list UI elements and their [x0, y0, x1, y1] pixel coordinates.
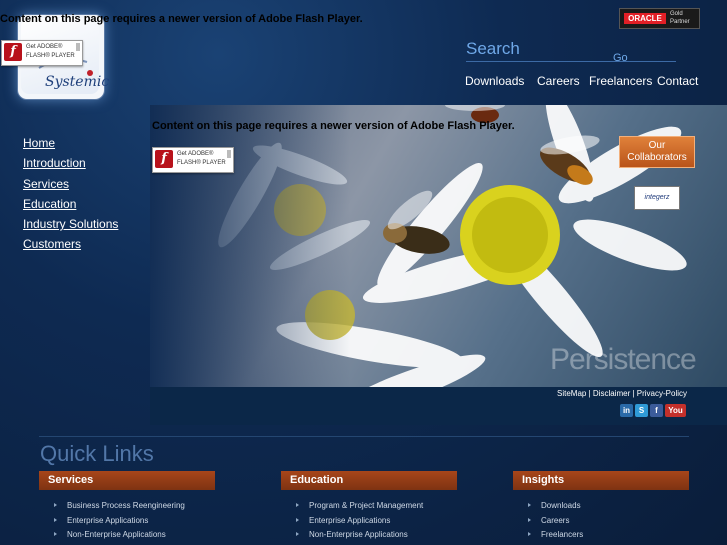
nav-freelancers[interactable]: Freelancers — [589, 74, 652, 88]
hero-banner: Content on this page requires a newer ve… — [150, 105, 727, 387]
flash-required-message-hero: Content on this page requires a newer ve… — [152, 120, 515, 132]
ql-services-heading[interactable]: Services — [39, 471, 215, 490]
nav-downloads[interactable]: Downloads — [465, 74, 524, 88]
leftnav-services[interactable]: Services — [23, 177, 69, 191]
facebook-icon[interactable]: f — [650, 404, 663, 417]
download-arrow-icon — [227, 150, 231, 158]
flash-icon: f — [155, 150, 173, 168]
nav-careers[interactable]: Careers — [537, 74, 580, 88]
leftnav-industry-solutions[interactable]: Industry Solutions — [23, 217, 118, 231]
leftnav-customers[interactable]: Customers — [23, 237, 81, 251]
flash-badge-line1: Get ADOBE® — [177, 151, 214, 157]
oracle-logo: ORACLE — [624, 13, 666, 24]
collaborators-label-line1: Our — [648, 140, 666, 151]
nav-contact[interactable]: Contact — [657, 74, 698, 88]
bullet-icon — [296, 532, 299, 536]
bullet-icon — [296, 503, 299, 507]
leftnav-education[interactable]: Education — [23, 197, 76, 211]
oracle-gold-partner-badge[interactable]: ORACLE Gold Partner — [619, 8, 700, 29]
skype-icon[interactable]: S — [635, 404, 648, 417]
ql-services-item[interactable]: Non-Enterprise Applications — [67, 530, 166, 539]
search-label: Search — [466, 39, 520, 58]
ql-insights-item[interactable]: Careers — [541, 516, 569, 525]
integerz-partner-logo[interactable]: integerz — [634, 186, 680, 210]
ql-education-item[interactable]: Program & Project Management — [309, 501, 423, 510]
ql-services-item[interactable]: Business Process Reengineering — [67, 501, 185, 510]
bullet-icon — [528, 503, 531, 507]
linkedin-icon[interactable]: in — [620, 404, 633, 417]
bullet-icon — [296, 518, 299, 522]
collaborators-label-line2: Collaborators — [627, 152, 687, 163]
privacy-policy-link[interactable]: Privacy-Policy — [637, 389, 687, 398]
disclaimer-link[interactable]: Disclaimer — [593, 389, 630, 398]
quick-links-title: Quick Links — [40, 441, 154, 466]
flash-badge-line2: FLASH® PLAYER — [26, 53, 75, 59]
ql-insights-item[interactable]: Downloads — [541, 501, 581, 510]
ql-services-item[interactable]: Enterprise Applications — [67, 516, 148, 525]
bullet-icon — [54, 532, 57, 536]
flash-badge-line1: Get ADOBE® — [26, 44, 63, 50]
leftnav-home[interactable]: Home — [23, 136, 55, 150]
bullet-icon — [528, 518, 531, 522]
our-collaborators-button[interactable]: Our Collaborators — [619, 136, 695, 168]
quick-links-divider — [39, 436, 689, 437]
flash-badge-line2: FLASH® PLAYER — [177, 160, 226, 166]
get-flash-player-button-hero[interactable]: f Get ADOBE® FLASH® PLAYER — [152, 147, 234, 173]
oracle-tier: Gold Partner — [670, 11, 690, 25]
search-go-button[interactable]: Go — [613, 52, 628, 64]
download-arrow-icon — [76, 43, 80, 51]
leftnav-introduction[interactable]: Introduction — [23, 156, 86, 170]
sitemap-link[interactable]: SiteMap — [557, 389, 586, 398]
ql-education-item[interactable]: Enterprise Applications — [309, 516, 390, 525]
ql-insights-item[interactable]: Freelancers — [541, 530, 583, 539]
bullet-icon — [528, 532, 531, 536]
bullet-icon — [54, 518, 57, 522]
logo-text: Systemic — [45, 74, 110, 90]
ql-education-item[interactable]: Non-Enterprise Applications — [309, 530, 408, 539]
logo-dot — [87, 70, 93, 76]
ql-insights-heading[interactable]: Insights — [513, 471, 689, 490]
ql-education-heading[interactable]: Education — [281, 471, 457, 490]
bullet-icon — [54, 503, 57, 507]
footer-links: SiteMap | Disclaimer | Privacy-Policy — [557, 389, 687, 398]
hero-tagline: Persistence — [550, 343, 697, 376]
flash-icon: f — [4, 43, 22, 61]
flash-required-message: Content on this page requires a newer ve… — [0, 13, 363, 25]
get-flash-player-button[interactable]: f Get ADOBE® FLASH® PLAYER — [1, 40, 83, 66]
youtube-icon[interactable]: You — [665, 404, 686, 417]
search-underline — [466, 61, 676, 62]
